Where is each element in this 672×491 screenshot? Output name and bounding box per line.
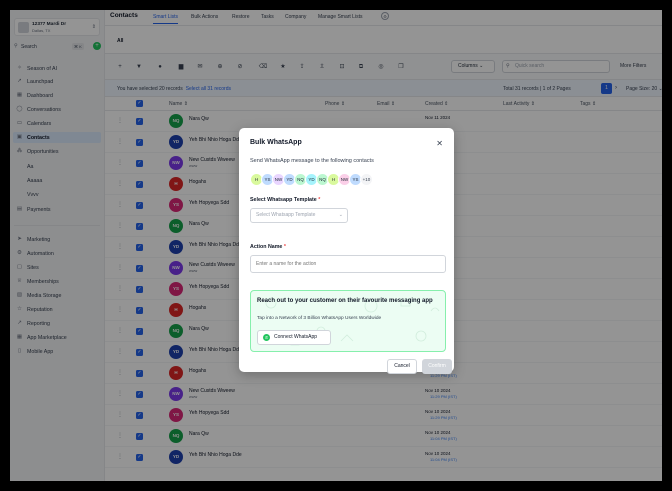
promo-title: Reach out to your customer on their favo…	[257, 298, 433, 304]
modal-description: Send WhatsApp message to the following c…	[250, 158, 374, 164]
confirm-button[interactable]: Confirm	[422, 359, 452, 374]
app-window: 12377 Mardi Dr Dallas, TX ⇕ ⚲ Search ⌘ K…	[10, 10, 662, 481]
close-icon[interactable]: ✕	[436, 139, 443, 148]
whatsapp-icon: ✆	[263, 334, 270, 341]
action-name-label: Action Name *	[250, 244, 286, 250]
whatsapp-promo-card: Reach out to your customer on their favo…	[250, 290, 446, 352]
action-name-input[interactable]	[250, 255, 446, 273]
connect-whatsapp-button[interactable]: ✆ Connect WhatsApp	[257, 330, 331, 345]
template-label: Select Whatsapp Template *	[250, 197, 321, 203]
whatsapp-template-select[interactable]: Select Whatsapp Template ⌄	[250, 208, 348, 223]
more-recipients-badge: +10	[360, 173, 373, 186]
promo-subtitle: Tap into a Network of 3 Billion WhatsApp…	[257, 316, 382, 321]
chevron-down-icon: ⌄	[338, 212, 343, 218]
cancel-button[interactable]: Cancel	[387, 359, 417, 374]
bulk-whatsapp-modal: Bulk WhatsApp ✕ Send WhatsApp message to…	[239, 128, 454, 374]
modal-title: Bulk WhatsApp	[250, 139, 302, 146]
recipient-avatars: H YS NW YD NQ YD NQ H NW YS +10	[250, 173, 410, 187]
